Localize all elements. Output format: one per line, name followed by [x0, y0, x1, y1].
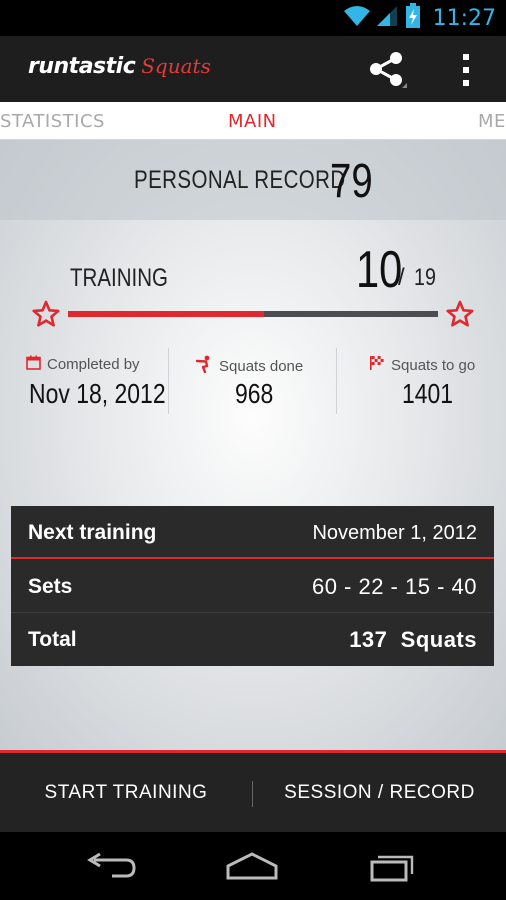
training-progress-fill: [68, 311, 265, 317]
share-icon: [370, 52, 407, 88]
home-icon: [226, 852, 278, 880]
action-bar: runtastic Squats: [0, 36, 506, 102]
training-current: 10: [356, 241, 403, 299]
row-value: 137 Squats: [349, 627, 477, 653]
logo-sub-text: Squats: [141, 54, 211, 78]
stat-label: Squats done: [219, 357, 304, 375]
total-unit: Squats: [400, 627, 477, 652]
recent-apps-button[interactable]: [364, 846, 424, 886]
next-training-table: Next training November 1, 2012 Sets 60 -…: [11, 506, 494, 666]
row-value: 60 - 22 - 15 - 40: [311, 574, 477, 599]
bottom-action-bar: START TRAINING SESSION / RECORD: [0, 750, 506, 832]
wifi-icon: [343, 4, 371, 32]
stat-completed-by: Completed by Nov 18, 2012: [0, 348, 168, 414]
back-icon: [87, 852, 136, 878]
app-logo: runtastic Squats: [28, 54, 211, 84]
stat-squats-to-go: Squats to go 1401: [336, 348, 506, 414]
stats-row: Completed by Nov 18, 2012 Squats done 96…: [0, 348, 506, 414]
status-icons: 11:27: [343, 3, 496, 33]
clock: 11:27: [432, 5, 496, 31]
personal-record-label: PERSONAL RECORD: [134, 166, 346, 194]
tab-strip: STATISTICS MAIN ME: [0, 102, 506, 140]
battery-charging-icon: [405, 3, 421, 33]
main-content: PERSONAL RECORD 79 TRAINING 10 / 19 Comp…: [0, 140, 506, 752]
overflow-menu-button[interactable]: [452, 50, 480, 90]
status-bar: 11:27: [0, 0, 506, 36]
training-separator: /: [398, 264, 405, 291]
total-number: 137: [349, 627, 388, 652]
row-key: Next training: [28, 521, 157, 544]
back-button[interactable]: [82, 846, 142, 886]
stat-label: Completed by: [47, 356, 140, 373]
training-total: 19: [414, 264, 436, 291]
personal-record-value: 79: [330, 155, 373, 208]
share-button[interactable]: [366, 50, 410, 90]
recent-apps-icon: [370, 855, 414, 882]
stat-value: Nov 18, 2012: [29, 378, 166, 409]
table-row: Next training November 1, 2012: [11, 506, 494, 559]
start-training-button[interactable]: START TRAINING: [0, 753, 252, 832]
star-start-icon: [32, 300, 60, 328]
stat-header: Completed by: [26, 355, 140, 374]
tab-statistics[interactable]: STATISTICS: [0, 111, 105, 132]
row-key: Sets: [28, 575, 73, 598]
signal-icon: [376, 4, 399, 32]
stat-value: 1401: [402, 378, 454, 409]
stat-value: 968: [235, 378, 274, 409]
personal-record-band: PERSONAL RECORD 79: [0, 140, 506, 220]
home-button[interactable]: [222, 846, 282, 886]
squat-figure-icon: [195, 355, 213, 377]
training-label: TRAINING: [70, 264, 168, 292]
finish-flag-icon: [369, 355, 385, 375]
table-row: Total 137 Squats: [11, 613, 494, 666]
stat-label: Squats to go: [391, 356, 476, 374]
calendar-icon: [26, 355, 41, 374]
stat-header: Squats done: [195, 355, 303, 377]
stat-squats-done: Squats done 968: [168, 348, 336, 414]
tab-main[interactable]: MAIN: [228, 111, 277, 132]
star-goal-icon: [446, 300, 474, 328]
training-progress-bar: [68, 311, 438, 317]
overflow-menu-icon: [463, 54, 469, 86]
tab-me[interactable]: ME: [478, 111, 506, 132]
row-key: Total: [28, 628, 77, 651]
session-record-button[interactable]: SESSION / RECORD: [253, 753, 506, 832]
logo-main-text: runtastic: [28, 54, 136, 79]
stat-header: Squats to go: [369, 355, 475, 375]
system-nav-bar: [0, 832, 506, 900]
row-value: November 1, 2012: [312, 522, 477, 544]
table-row: Sets 60 - 22 - 15 - 40: [11, 560, 494, 613]
